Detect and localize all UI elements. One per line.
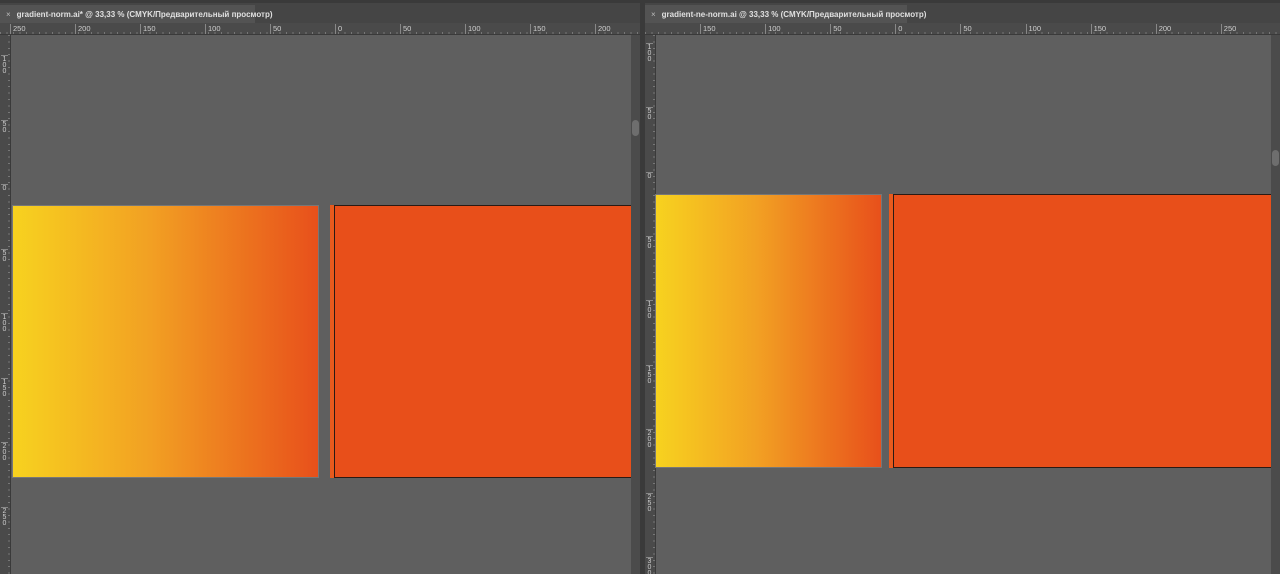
ruler-label: 200 [595,24,611,34]
ruler-label: 200 [646,428,653,449]
ruler-label: 100 [1,313,8,333]
right-document-window: × gradient-ne-norm.ai @ 33,33 % (CMYK/Пре… [645,0,1280,574]
ruler-label: 150 [700,24,716,34]
vertical-ruler[interactable]: 100 50 0 50 100 150 200 250 [0,35,11,574]
ruler-label: 50 [270,24,281,34]
ruler-label: 100 [465,24,481,34]
left-tab-bar: × gradient-norm.ai* @ 33,33 % (CMYK/Предв… [0,0,640,24]
ruler-label: 100 [1,55,8,75]
ruler-label: 50 [1,119,8,134]
ruler-label: 150 [530,24,546,34]
ruler-label: 50 [400,24,411,34]
tab-title: gradient-ne-norm.ai @ 33,33 % (CMYK/Пред… [661,10,927,19]
ruler-label: 50 [830,24,842,34]
close-icon[interactable]: × [6,10,11,19]
ruler-label: 250 [646,493,653,514]
tab-title: gradient-norm.ai* @ 33,33 % (CMYK/Предва… [16,10,273,19]
vertical-scrollbar[interactable] [631,35,640,574]
left-document-window: × gradient-norm.ai* @ 33,33 % (CMYK/Предв… [0,0,640,574]
ruler-label: 0 [335,24,342,34]
ruler-label: 150 [140,24,156,34]
ruler-label: 250 [10,24,26,34]
ruler-label: 200 [1,442,8,462]
tab-gradient-norm[interactable]: × gradient-norm.ai* @ 33,33 % (CMYK/Предв… [0,5,273,24]
gradient-rectangle[interactable] [655,194,882,468]
ruler-label: 100 [1025,24,1041,34]
right-tab-bar: × gradient-ne-norm.ai @ 33,33 % (CMYK/Пре… [645,0,1280,24]
ruler-label: 200 [75,24,91,34]
ruler-label: 150 [1,377,8,398]
close-icon[interactable]: × [651,10,656,19]
ruler-label: 0 [646,171,653,180]
solid-rectangle[interactable] [334,205,634,478]
ruler-label: 300 [646,557,653,574]
ruler-label: 250 [1,506,8,527]
horizontal-ruler[interactable]: 150 100 50 0 50 100 150 200 250 [645,23,1280,35]
gradient-rectangle[interactable] [12,205,319,478]
ruler-label: 50 [646,235,653,250]
horizontal-ruler[interactable]: 250 200 150 100 50 0 50 100 150 200 [0,23,640,35]
ruler-label: 100 [646,300,653,321]
vertical-scrollbar[interactable] [1271,35,1280,574]
ruler-label: 150 [1090,24,1106,34]
ruler-label: 0 [1,184,8,192]
ruler-label: 100 [646,43,653,63]
ruler-label: 150 [646,364,653,385]
scrollbar-thumb[interactable] [632,120,639,136]
scrollbar-thumb[interactable] [1272,150,1279,166]
tab-gradient-ne-norm[interactable]: × gradient-ne-norm.ai @ 33,33 % (CMYK/Пре… [645,5,926,24]
ruler-label: 100 [205,24,221,34]
solid-rectangle[interactable] [893,194,1273,468]
ruler-label: 50 [1,248,8,263]
ruler-label: 50 [960,24,972,34]
ruler-label: 200 [1155,24,1171,34]
ruler-label: 50 [646,107,653,122]
ruler-label: 0 [895,24,902,34]
ruler-label: 100 [765,24,781,34]
ruler-label: 250 [1220,24,1236,34]
